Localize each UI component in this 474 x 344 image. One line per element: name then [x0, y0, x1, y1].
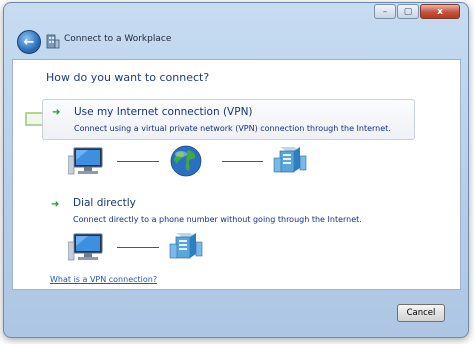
green-arrow-icon: ➜ [51, 199, 60, 210]
dial-option-title: Dial directly [73, 197, 136, 209]
workplace-icon [46, 34, 60, 49]
server-icon [169, 233, 203, 259]
dialog-window: – ▢ x ← Connect to a Workplace How do yo… [3, 2, 469, 338]
connection-line [222, 161, 263, 162]
computer-icon [68, 233, 103, 261]
server-icon [273, 147, 307, 173]
dial-option-description: Connect directly to a phone number witho… [73, 215, 362, 224]
vpn-option[interactable]: ➜ Use my Internet connection (VPN) Conne… [42, 99, 415, 140]
title-bar: ← Connect to a Workplace [4, 21, 468, 59]
close-button[interactable]: x [420, 4, 460, 19]
minimize-button[interactable]: – [374, 4, 396, 19]
window-controls: – ▢ x [374, 4, 460, 19]
page-heading: How do you want to connect? [46, 71, 210, 84]
green-arrow-icon: ➜ [52, 107, 61, 118]
window-title: Connect to a Workplace [64, 34, 172, 44]
computer-icon [68, 147, 103, 175]
cancel-button[interactable]: Cancel [397, 304, 445, 322]
vpn-option-description: Connect using a virtual private network … [74, 124, 391, 133]
connection-line [117, 161, 159, 162]
back-arrow-icon: ← [23, 34, 35, 50]
dial-option[interactable]: ➜ Dial directly Connect directly to a ph… [42, 193, 415, 231]
back-button[interactable]: ← [17, 30, 41, 54]
globe-icon [170, 145, 202, 177]
maximize-button[interactable]: ▢ [397, 4, 419, 19]
vpn-option-title: Use my Internet connection (VPN) [74, 106, 253, 118]
connection-line [117, 247, 159, 248]
content-panel: How do you want to connect? ➜ Use my Int… [12, 59, 461, 290]
vpn-help-link[interactable]: What is a VPN connection? [50, 275, 157, 284]
